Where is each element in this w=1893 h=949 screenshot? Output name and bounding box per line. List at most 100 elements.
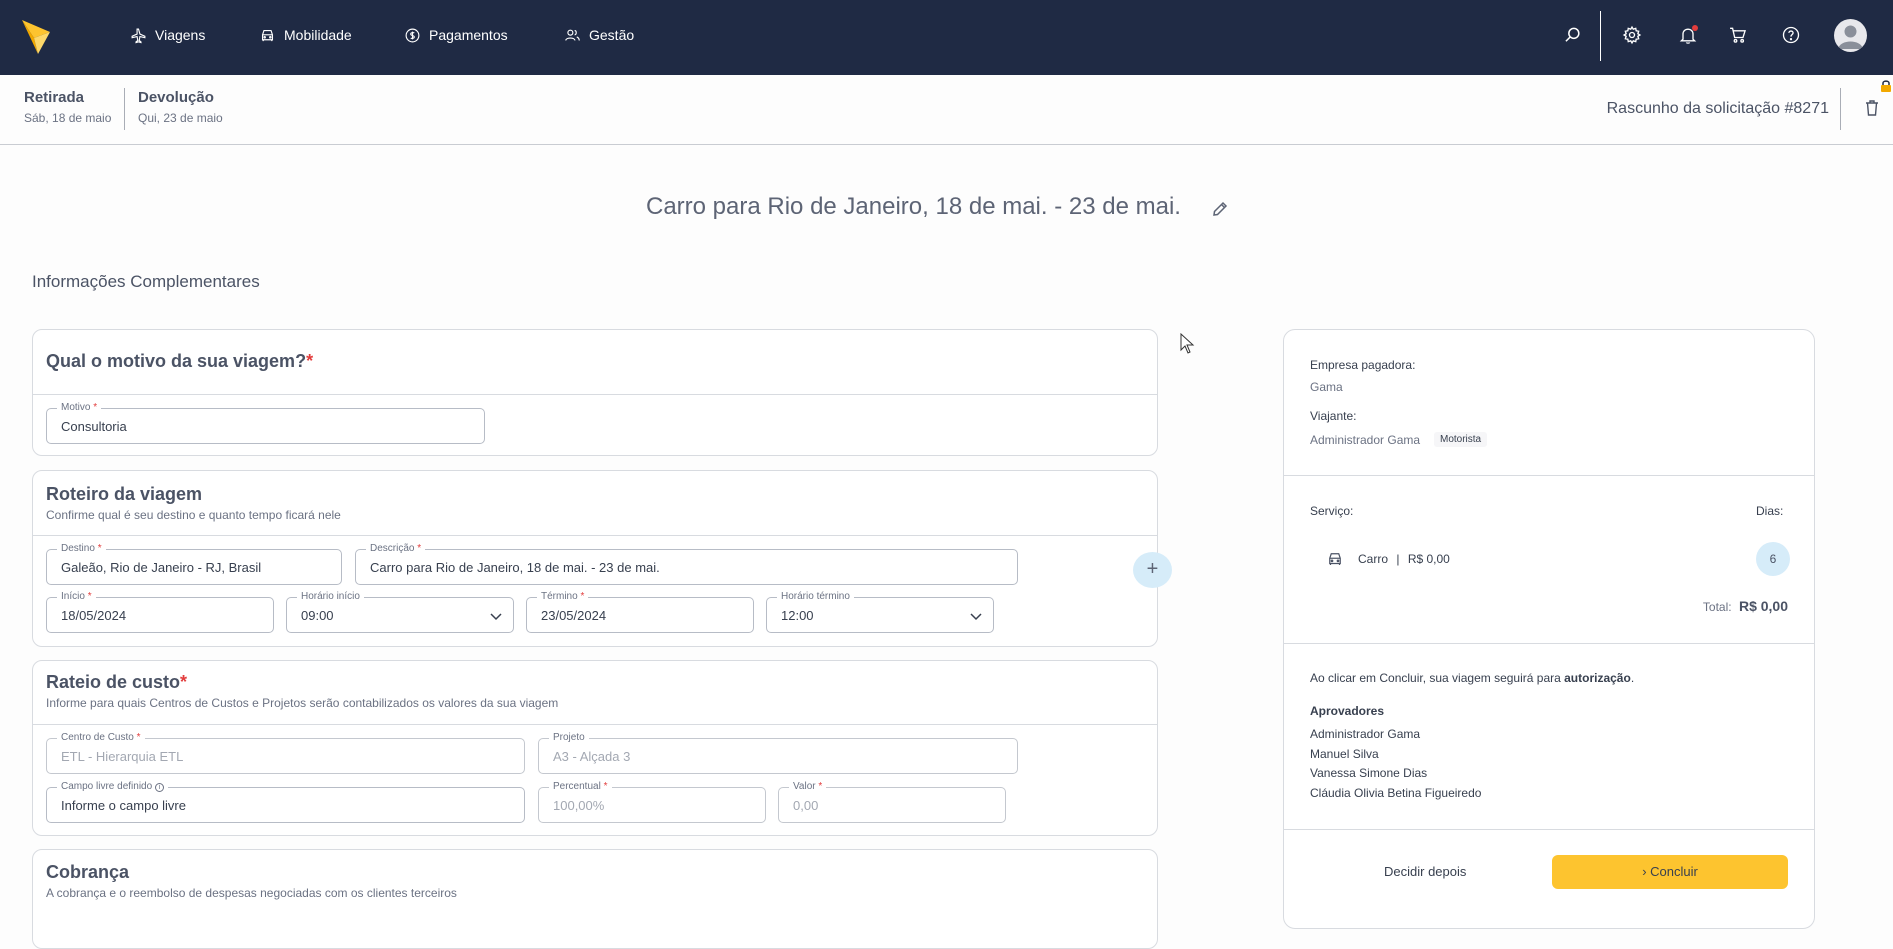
pickup-label: Retirada — [24, 89, 85, 106]
card-header: Qual o motivo da sua viagem?* — [33, 330, 1157, 395]
service-item: Carro | R$ 0,00 — [1358, 552, 1450, 566]
project-field: Projeto A3 - Alçada 3 — [538, 732, 1018, 774]
cart-button[interactable] — [1725, 22, 1751, 48]
total-row: Total: R$ 0,00 — [1703, 598, 1788, 614]
field-value: 09:00 — [301, 608, 334, 623]
dollar-icon — [405, 28, 420, 42]
card-title: Roteiro da viagem — [46, 484, 203, 504]
field-value: 18/05/2024 — [61, 608, 127, 623]
avatar-icon — [1838, 25, 1863, 49]
motive-card: Qual o motivo da sua viagem?* Motivo * C… — [32, 329, 1158, 456]
field-label: Percentual * — [549, 781, 612, 793]
start-date-field[interactable]: Início * 18/05/2024 — [46, 591, 274, 633]
traveler-label: Viajante: — [1310, 409, 1357, 423]
field-value: 100,00% — [553, 798, 605, 813]
panel-divider — [1284, 475, 1814, 476]
add-destination-button[interactable]: + — [1133, 552, 1172, 588]
free-field-input[interactable]: Campo livre definido i Informe o campo l… — [46, 781, 525, 823]
approver-item: Administrador Gama — [1310, 727, 1421, 741]
description-field[interactable]: Descrição * Carro para Rio de Janeiro, 1… — [355, 543, 1018, 585]
end-date-field[interactable]: Término * 23/05/2024 — [526, 591, 754, 633]
card-title: Qual o motivo da sua viagem?* — [46, 351, 314, 371]
card-subtitle: Confirme qual é seu destino e quanto tem… — [46, 508, 341, 522]
billing-card: Cobrança A cobrança e o reembolso de des… — [32, 849, 1158, 949]
card-header: Cobrança A cobrança e o reembolso de des… — [33, 850, 1157, 920]
trash-icon[interactable] — [1864, 99, 1880, 117]
nav-item-pagamentos[interactable]: Pagamentos — [404, 24, 508, 46]
field-value: 0,00 — [793, 798, 819, 813]
authorization-bold: autorização — [1564, 671, 1631, 685]
field-label: Horário início — [297, 591, 364, 603]
avatar[interactable] — [1834, 19, 1867, 52]
pickup-date: Sáb, 18 de maio — [24, 111, 112, 125]
trip-subheader: Retirada Sáb, 18 de maio Devolução Qui, … — [0, 75, 1893, 145]
field-value: Carro para Rio de Janeiro, 18 de mai. - … — [370, 560, 660, 575]
users-icon — [565, 29, 580, 41]
field-label: Término * — [537, 591, 589, 603]
logo-icon[interactable] — [20, 18, 52, 56]
approver-item: Vanessa Simone Dias — [1310, 766, 1428, 780]
nav-item-label: Mobilidade — [284, 27, 352, 43]
field-value: 12:00 — [781, 608, 814, 623]
end-time-select[interactable]: Horário término 12:00 — [766, 591, 994, 633]
search-icon — [1565, 27, 1580, 42]
payer-company-label: Empresa pagadora: — [1310, 358, 1416, 372]
total-label: Total: — [1702, 600, 1732, 614]
pencil-icon[interactable] — [1210, 199, 1230, 219]
field-value: ETL - Hierarquia ETL — [61, 749, 184, 764]
conclude-button[interactable]: › Concluir — [1552, 855, 1788, 889]
chevron-down-icon — [970, 613, 982, 621]
mouse-cursor-icon — [1180, 333, 1195, 354]
days-count: 6 — [1756, 542, 1790, 576]
search-button[interactable] — [1560, 22, 1586, 48]
nav-item-mobilidade[interactable]: Mobilidade — [259, 24, 352, 46]
field-value: 23/05/2024 — [541, 608, 607, 623]
nav-divider — [1600, 11, 1601, 61]
field-value: Informe o campo livre — [61, 798, 186, 813]
start-time-select[interactable]: Horário início 09:00 — [286, 591, 514, 633]
settings-button[interactable] — [1619, 22, 1645, 48]
field-label: Horário término — [777, 591, 854, 603]
days-label: Dias: — [1756, 504, 1784, 518]
help-button[interactable] — [1778, 22, 1804, 48]
field-label: Projeto — [549, 732, 589, 744]
panel-divider — [1284, 643, 1814, 644]
page-title: Carro para Rio de Janeiro, 18 de mai. - … — [646, 193, 1181, 220]
gear-icon — [1622, 25, 1642, 45]
notifications-button[interactable] — [1675, 22, 1701, 48]
car-icon — [261, 29, 274, 41]
card-header: Roteiro da viagem Confirme qual é seu de… — [33, 471, 1157, 536]
panel-divider — [1284, 829, 1814, 830]
card-title: Cobrança — [46, 862, 130, 882]
cost-center-field: Centro de Custo * ETL - Hierarquia ETL — [46, 732, 525, 774]
info-icon[interactable]: i — [154, 783, 164, 792]
approver-item: Manuel Silva — [1310, 747, 1379, 761]
field-label: Descrição * — [366, 543, 426, 555]
service-label: Serviço: — [1310, 504, 1354, 518]
destination-field[interactable]: Destino * Galeão, Rio de Janeiro - RJ, B… — [46, 543, 342, 585]
cost-allocation-card: Rateio de custo* Informe para quais Cent… — [32, 660, 1158, 836]
return-date: Qui, 23 de maio — [138, 111, 223, 125]
traveler-value: Administrador Gama — [1310, 433, 1421, 447]
itinerary-card: Roteiro da viagem Confirme qual é seu de… — [32, 470, 1158, 647]
chevron-down-icon — [490, 613, 502, 621]
return-info: Devolução Qui, 23 de maio — [138, 89, 223, 125]
nav-item-gestao[interactable]: Gestão — [564, 24, 634, 46]
cart-icon — [1730, 27, 1746, 43]
lock-icon — [1881, 80, 1891, 92]
authorization-notice: Ao clicar em Concluir, sua viagem seguir… — [1310, 671, 1635, 685]
summary-panel: Empresa pagadora: Gama Viajante: Adminis… — [1283, 329, 1815, 929]
field-label: Centro de Custo * — [57, 732, 145, 744]
field-label: Valor * — [789, 781, 827, 793]
value-field: Valor * 0,00 — [778, 781, 1006, 823]
section-heading: Informações Complementares — [32, 272, 260, 291]
card-header: Rateio de custo* Informe para quais Cent… — [33, 661, 1157, 725]
nav-item-viagens[interactable]: Viagens — [130, 24, 205, 46]
decide-later-button[interactable]: Decidir depois — [1384, 864, 1466, 879]
field-label: Motivo * — [57, 402, 102, 414]
field-value: Consultoria — [61, 419, 127, 434]
motive-field[interactable]: Motivo * Consultoria — [46, 402, 485, 444]
top-navbar: Viagens Mobilidade Pagamentos Gestão — [0, 0, 1893, 75]
driver-badge: Motorista — [1434, 432, 1488, 447]
percentage-field: Percentual * 100,00% — [538, 781, 766, 823]
